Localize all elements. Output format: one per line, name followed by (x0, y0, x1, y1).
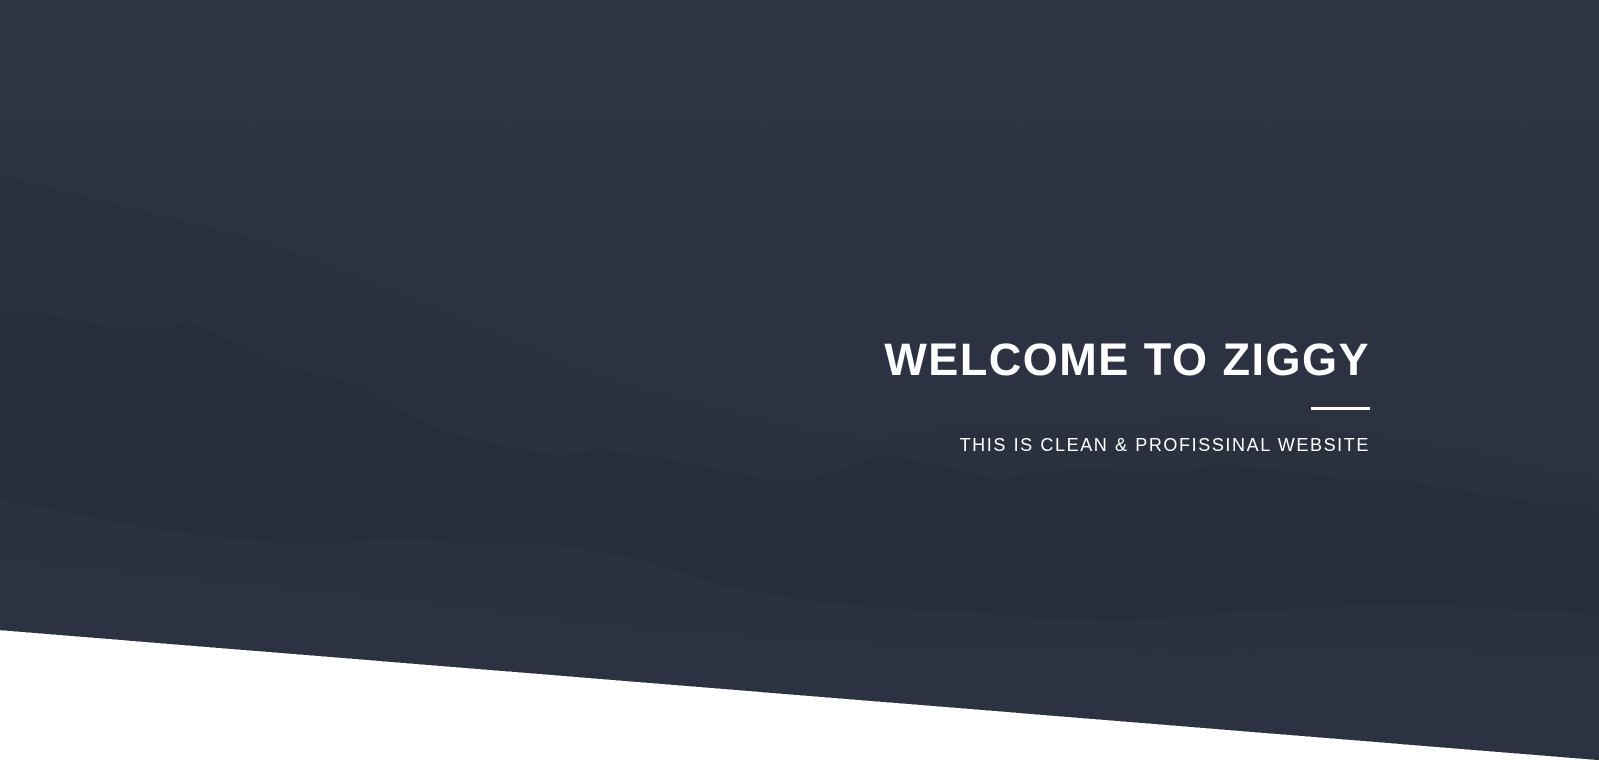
hero-section: WELCOME TO ZIGGY THIS IS CLEAN & PROFISS… (0, 0, 1599, 770)
hero-subtitle: THIS IS CLEAN & PROFISSINAL WEBSITE (959, 435, 1370, 455)
hero-text-block: WELCOME TO ZIGGY THIS IS CLEAN & PROFISS… (884, 336, 1370, 456)
title-divider (1311, 407, 1370, 410)
hero-title: WELCOME TO ZIGGY (884, 334, 1370, 385)
